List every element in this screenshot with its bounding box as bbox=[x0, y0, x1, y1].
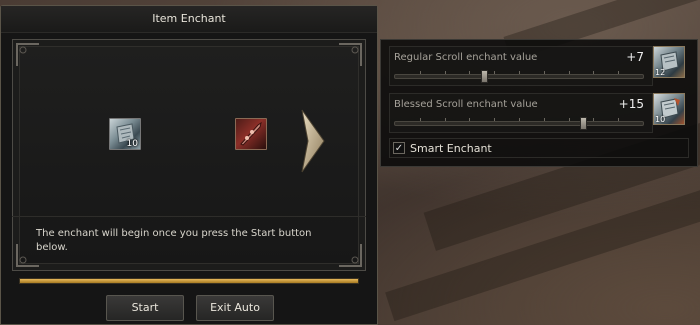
blessed-scroll-slider[interactable] bbox=[394, 117, 644, 130]
slider-tick bbox=[568, 71, 570, 74]
slider-tick bbox=[469, 71, 471, 74]
slider-tick bbox=[519, 71, 520, 74]
regular-slider-thumb[interactable] bbox=[481, 70, 489, 83]
slider-tick bbox=[618, 71, 620, 74]
scroll-count: 10 bbox=[126, 139, 138, 149]
slider-tick bbox=[568, 118, 570, 121]
ornament-corner-icon bbox=[15, 42, 41, 68]
smart-enchant-checkbox[interactable]: ✓ bbox=[393, 142, 405, 154]
smart-enchant-label: Smart Enchant bbox=[410, 142, 492, 155]
slider-tick bbox=[444, 71, 446, 74]
slider-tick bbox=[494, 118, 496, 121]
weapon-item-slot[interactable] bbox=[235, 118, 267, 150]
enchant-settings-panel: Regular Scroll enchant value +7 12 Bless… bbox=[380, 39, 698, 167]
start-button[interactable]: Start bbox=[106, 295, 184, 321]
regular-scroll-label: Regular Scroll enchant value bbox=[394, 52, 538, 63]
enchant-progress-fill bbox=[20, 279, 358, 283]
slider-tick bbox=[494, 71, 496, 74]
enchant-progress-bar bbox=[19, 278, 359, 284]
regular-scroll-row: Regular Scroll enchant value +7 bbox=[389, 46, 653, 86]
slider-tick bbox=[419, 118, 421, 121]
slider-tick bbox=[618, 118, 620, 121]
slider-tick bbox=[593, 71, 595, 74]
regular-scroll-slider[interactable] bbox=[394, 70, 644, 83]
ornament-corner-icon bbox=[337, 42, 363, 68]
window-title: Item Enchant bbox=[1, 6, 377, 33]
blessed-scroll-count: 10 bbox=[655, 115, 666, 124]
smart-enchant-row[interactable]: ✓ Smart Enchant bbox=[389, 138, 689, 158]
exit-auto-button[interactable]: Exit Auto bbox=[196, 295, 274, 321]
regular-scroll-value: +7 bbox=[626, 50, 644, 64]
blessed-slider-thumb[interactable] bbox=[580, 117, 588, 130]
blessed-scroll-value: +15 bbox=[618, 97, 644, 111]
enchant-description: The enchant will begin once you press th… bbox=[36, 228, 312, 253]
slider-tick bbox=[469, 118, 471, 121]
enchant-scroll-slot[interactable]: 10 bbox=[109, 118, 141, 150]
blessed-scroll-row: Blessed Scroll enchant value +15 bbox=[389, 93, 653, 133]
slider-tick bbox=[419, 71, 421, 74]
weapon-item-icon bbox=[240, 121, 262, 146]
slider-tick bbox=[593, 118, 595, 121]
checkmark-icon: ✓ bbox=[394, 143, 404, 154]
slider-tick bbox=[519, 118, 520, 121]
regular-scroll-slot[interactable]: 12 bbox=[653, 46, 685, 78]
blessed-scroll-label: Blessed Scroll enchant value bbox=[394, 99, 538, 110]
blessed-scroll-slot[interactable]: 10 bbox=[653, 93, 685, 125]
regular-scroll-count: 12 bbox=[655, 68, 666, 77]
slider-tick bbox=[543, 118, 545, 121]
arrow-right-icon bbox=[301, 109, 325, 173]
slider-tick bbox=[444, 118, 446, 121]
slider-tick bbox=[543, 71, 545, 74]
